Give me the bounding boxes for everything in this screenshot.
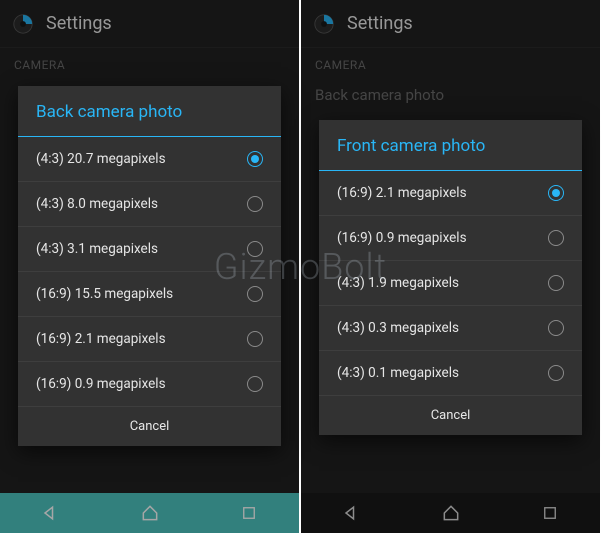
option-label: (4:3) 20.7 megapixels [36, 151, 166, 167]
navigation-bar [0, 493, 299, 533]
radio-icon [247, 286, 263, 302]
nav-back-button[interactable] [0, 493, 100, 533]
nav-home-button[interactable] [100, 493, 200, 533]
radio-icon [548, 320, 564, 336]
cancel-button[interactable]: Cancel [319, 395, 582, 435]
option-label: (4:3) 0.3 megapixels [337, 320, 459, 336]
app-header: Settings [0, 0, 299, 48]
page-title: Settings [46, 13, 112, 34]
resolution-option[interactable]: (16:9) 0.9 megapixels [18, 362, 281, 406]
screen-back-camera: Settings CAMERA Back camera photo (4:3) … [0, 0, 299, 533]
option-label: (16:9) 2.1 megapixels [36, 331, 166, 347]
option-label: (4:3) 3.1 megapixels [36, 241, 158, 257]
dialog-title: Front camera photo [319, 120, 582, 171]
radio-icon [247, 151, 263, 167]
screen-front-camera: Settings CAMERA Back camera photo Front … [301, 0, 600, 533]
resolution-option[interactable]: (4:3) 1.9 megapixels [319, 261, 582, 306]
option-label: (16:9) 15.5 megapixels [36, 286, 173, 302]
nav-back-button[interactable] [301, 493, 401, 533]
option-label: (4:3) 0.1 megapixels [337, 365, 459, 381]
resolution-option[interactable]: (16:9) 2.1 megapixels [18, 317, 281, 362]
dialog-option-list: (4:3) 20.7 megapixels (4:3) 8.0 megapixe… [18, 137, 281, 406]
nav-home-button[interactable] [401, 493, 501, 533]
dialog-title: Back camera photo [18, 86, 281, 137]
radio-icon [548, 230, 564, 246]
resolution-option[interactable]: (4:3) 0.3 megapixels [319, 306, 582, 351]
option-label: (16:9) 2.1 megapixels [337, 185, 467, 201]
cancel-button[interactable]: Cancel [18, 406, 281, 446]
resolution-option[interactable]: (4:3) 20.7 megapixels [18, 137, 281, 182]
radio-icon [548, 275, 564, 291]
dialog-back-camera-photo: Back camera photo (4:3) 20.7 megapixels … [18, 86, 281, 446]
option-label: (16:9) 0.9 megapixels [337, 230, 467, 246]
resolution-option[interactable]: (16:9) 2.1 megapixels [319, 171, 582, 216]
option-label: (4:3) 1.9 megapixels [337, 275, 459, 291]
option-label: (4:3) 8.0 megapixels [36, 196, 158, 212]
camera-app-icon [313, 13, 335, 35]
camera-app-icon [12, 13, 34, 35]
app-header: Settings [301, 0, 600, 48]
radio-icon [548, 365, 564, 381]
resolution-option[interactable]: (16:9) 15.5 megapixels [18, 272, 281, 317]
nav-recent-button[interactable] [199, 493, 299, 533]
nav-recent-button[interactable] [500, 493, 600, 533]
resolution-option[interactable]: (4:3) 8.0 megapixels [18, 182, 281, 227]
option-label: (16:9) 0.9 megapixels [36, 376, 166, 392]
resolution-option[interactable]: (16:9) 0.9 megapixels [319, 216, 582, 261]
radio-icon [247, 331, 263, 347]
section-label-camera: CAMERA [0, 48, 299, 78]
dialog-front-camera-photo: Front camera photo (16:9) 2.1 megapixels… [319, 120, 582, 435]
radio-icon [247, 196, 263, 212]
resolution-option[interactable]: (4:3) 3.1 megapixels [18, 227, 281, 272]
resolution-option[interactable]: (4:3) 0.1 megapixels [319, 351, 582, 395]
radio-icon [548, 185, 564, 201]
section-label-camera: CAMERA [301, 48, 600, 78]
page-title: Settings [347, 13, 413, 34]
setting-item-back-camera[interactable]: Back camera photo [301, 78, 600, 116]
navigation-bar [301, 493, 600, 533]
radio-icon [247, 241, 263, 257]
dialog-option-list: (16:9) 2.1 megapixels (16:9) 0.9 megapix… [319, 171, 582, 395]
radio-icon [247, 376, 263, 392]
